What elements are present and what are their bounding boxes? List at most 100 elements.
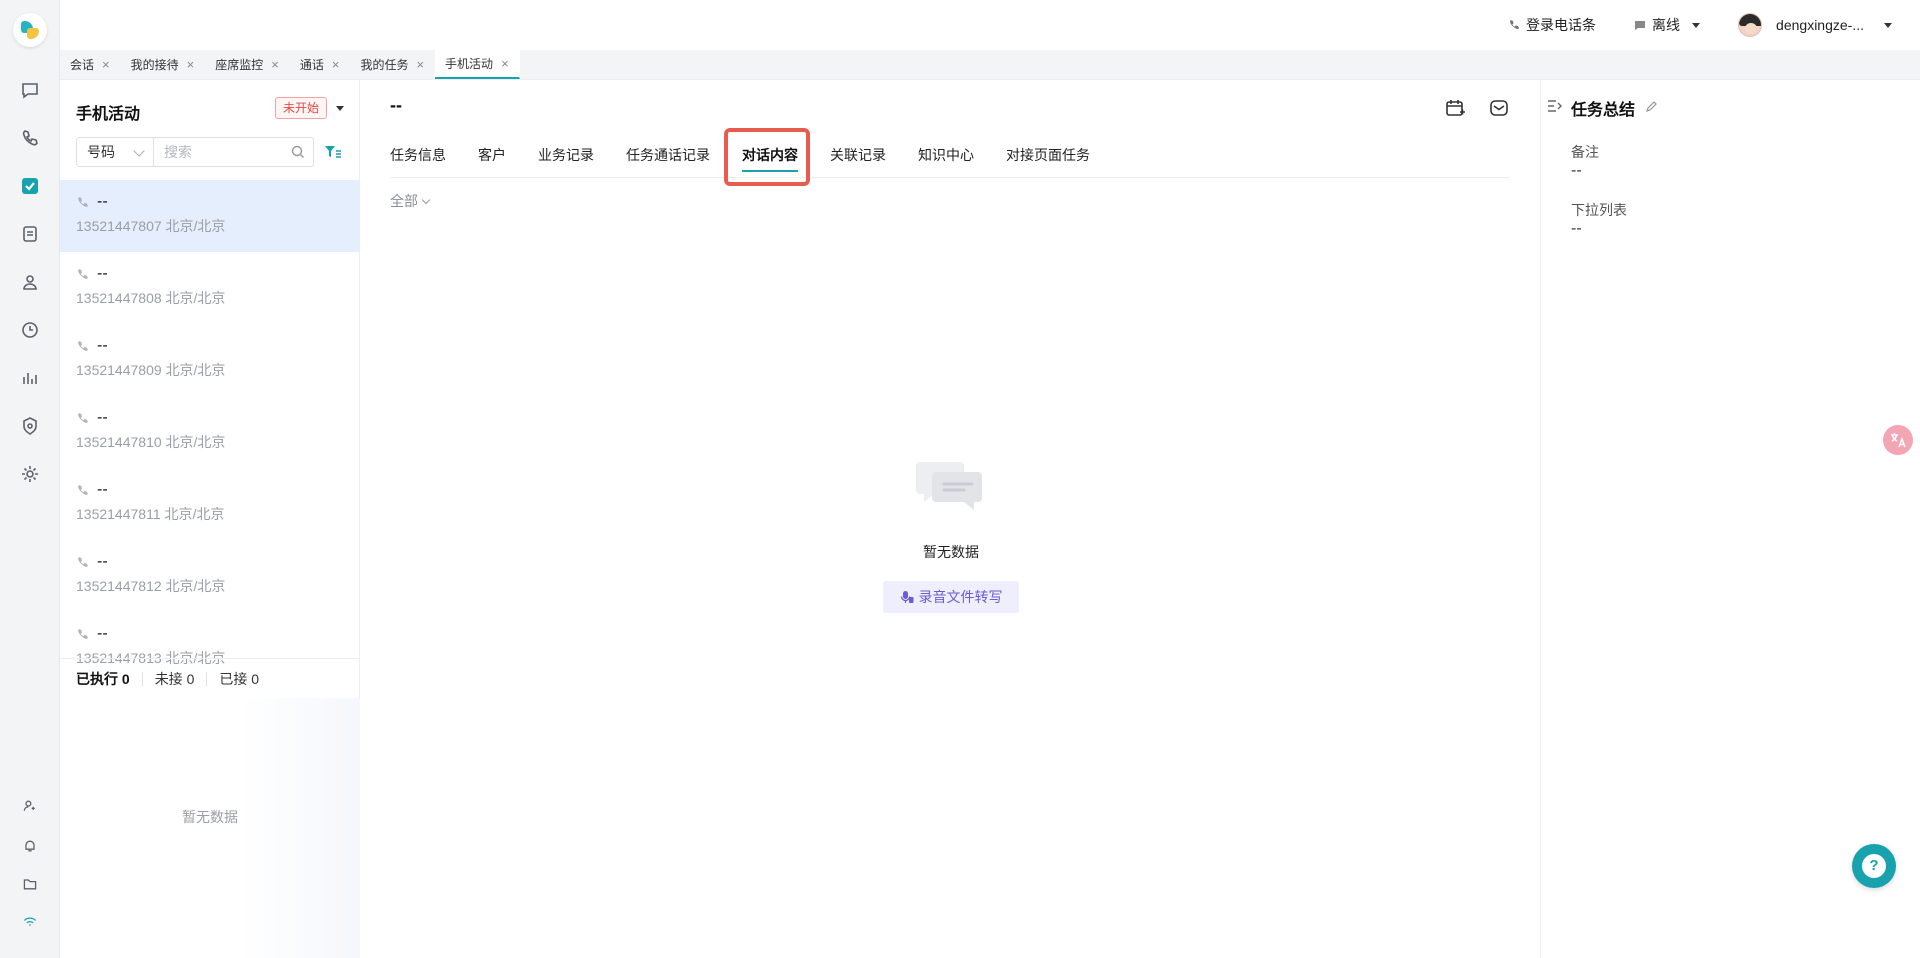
phone-icon [22, 130, 38, 146]
detail-tabs: 任务信息 客户 业务记录 任务通话记录 对话内容 关联记录 知识中心 对接页面任… [390, 140, 1510, 178]
search-type-select[interactable]: 号码 [76, 137, 154, 167]
tab-my-tasks[interactable]: 我的任务 × [350, 50, 435, 79]
task-list: -- 13521447807 北京/北京 -- 13521447808 北京/北… [60, 180, 360, 738]
main-content: -- 任务信息 客户 业务记录 任务通话记录 对话内容 关联记录 知识中心 对接… [360, 80, 1540, 958]
wifi-icon [23, 917, 37, 926]
contact-name: -- [97, 481, 108, 498]
nav-phone[interactable] [18, 126, 42, 150]
chevron-down-icon [421, 195, 431, 204]
chevron-down-icon [1692, 22, 1701, 28]
phone-icon [78, 628, 88, 639]
content-filter-dropdown[interactable]: 全部 [390, 191, 431, 211]
stat-answered[interactable]: 已接 0 [206, 671, 271, 686]
list-item[interactable]: -- 13521447807 北京/北京 [60, 180, 360, 252]
edit-icon[interactable] [1645, 101, 1657, 113]
nav-user-settings[interactable] [18, 794, 42, 818]
nav-security[interactable] [18, 414, 42, 438]
gear-icon [22, 466, 38, 482]
network-status[interactable] [18, 910, 42, 934]
tab-integration-page-task[interactable]: 对接页面任务 [990, 140, 1106, 178]
mail-icon[interactable] [1488, 97, 1510, 119]
tab-related-records[interactable]: 关联记录 [814, 140, 902, 178]
tab-business-records[interactable]: 业务记录 [522, 140, 610, 178]
nav-contacts[interactable] [18, 270, 42, 294]
avatar [1738, 13, 1763, 37]
contact-name: -- [97, 409, 108, 426]
status-badge[interactable]: 未开始 [275, 97, 328, 119]
nav-history[interactable] [18, 318, 42, 342]
close-icon[interactable]: × [271, 58, 279, 71]
nav-notifications[interactable] [18, 834, 42, 858]
left-rail [0, 0, 60, 958]
transcribe-recording-button[interactable]: 录音文件转写 [883, 581, 1019, 613]
filter-icon[interactable] [324, 144, 342, 160]
window-tabs: 会话 × 我的接待 × 座席监控 × 通话 × 我的任务 × 手机活动 × [60, 50, 1920, 80]
nav-files[interactable] [18, 872, 42, 896]
empty-chat-icon [916, 462, 982, 510]
search-icon[interactable] [290, 144, 306, 160]
chevron-down-icon [133, 145, 145, 157]
filter-label: 全部 [390, 193, 418, 209]
tab-task-info[interactable]: 任务信息 [390, 140, 462, 178]
phone-number: 13521447811 北京/北京 [76, 506, 225, 522]
phone-number: 13521447810 北京/北京 [76, 434, 226, 450]
tab-customer[interactable]: 客户 [462, 140, 522, 178]
translate-icon [1891, 433, 1906, 448]
tab-calls[interactable]: 通话 × [290, 50, 351, 79]
field-label-remark: 备注 [1571, 144, 1599, 160]
task-icon [25, 182, 35, 191]
close-icon[interactable]: × [332, 58, 340, 71]
close-icon[interactable]: × [187, 58, 195, 71]
chevron-down-icon[interactable] [336, 106, 344, 111]
list-item[interactable]: -- 13521447812 北京/北京 [60, 540, 360, 612]
user-menu[interactable]: dengxingze-... [1738, 13, 1892, 37]
phone-number: 13521447807 北京/北京 [76, 218, 226, 234]
close-icon[interactable]: × [501, 57, 509, 70]
nav-reports[interactable] [18, 366, 42, 390]
login-phone-bar[interactable]: 登录电话条 [1508, 15, 1596, 35]
tab-knowledge-center[interactable]: 知识中心 [902, 140, 990, 178]
empty-state-text: 暂无数据 [182, 809, 238, 825]
list-item[interactable]: -- 13521447809 北京/北京 [60, 324, 360, 396]
nav-tasks[interactable] [18, 174, 42, 198]
bell-icon [25, 840, 35, 852]
tab-label: 座席监控 [215, 58, 264, 72]
tab-seat-monitor[interactable]: 座席监控 × [205, 50, 290, 79]
phone-number: 13521447808 北京/北京 [76, 290, 226, 306]
collapse-panel-icon[interactable] [1547, 99, 1563, 113]
help-button[interactable]: ? [1852, 844, 1896, 888]
list-item[interactable]: -- 13521447810 北京/北京 [60, 396, 360, 468]
tab-label: 通话 [299, 58, 324, 72]
list-item[interactable]: -- 13521447808 北京/北京 [60, 252, 360, 324]
summary-title: 任务总结 [1571, 102, 1636, 119]
question-icon: ? [1862, 854, 1886, 878]
tab-label: 我的任务 [360, 58, 409, 72]
chat-icon [22, 83, 38, 99]
status-dropdown[interactable]: 离线 [1634, 15, 1701, 35]
nav-chat[interactable] [18, 78, 42, 102]
close-icon[interactable]: × [416, 58, 424, 71]
close-icon[interactable]: × [102, 58, 110, 71]
microphone-icon [900, 591, 913, 603]
contact-name: -- [97, 193, 108, 210]
transcribe-label: 录音文件转写 [918, 589, 1003, 605]
stat-executed[interactable]: 已执行 0 [76, 672, 142, 686]
app-logo[interactable] [13, 13, 47, 47]
calendar-add-icon[interactable] [1444, 97, 1466, 119]
stat-unanswered[interactable]: 未接 0 [141, 671, 207, 686]
bar-chart-icon [23, 373, 37, 384]
tab-mobile-activity[interactable]: 手机活动 × [435, 50, 520, 79]
shield-icon [23, 417, 37, 435]
tab-my-reception[interactable]: 我的接待 × [121, 50, 206, 79]
translate-button[interactable] [1883, 425, 1913, 455]
username: dengxingze-... [1776, 17, 1864, 33]
phone-number: 13521447809 北京/北京 [76, 362, 226, 378]
tab-label: 手机活动 [445, 57, 494, 71]
nav-documents[interactable] [18, 222, 42, 246]
phone-icon [78, 484, 88, 495]
tab-task-call-records[interactable]: 任务通话记录 [610, 140, 726, 178]
list-item[interactable]: -- 13521447811 北京/北京 [60, 468, 360, 540]
tab-conversation[interactable]: 会话 × [60, 50, 121, 79]
clock-icon [22, 322, 38, 338]
nav-settings[interactable] [18, 462, 42, 486]
